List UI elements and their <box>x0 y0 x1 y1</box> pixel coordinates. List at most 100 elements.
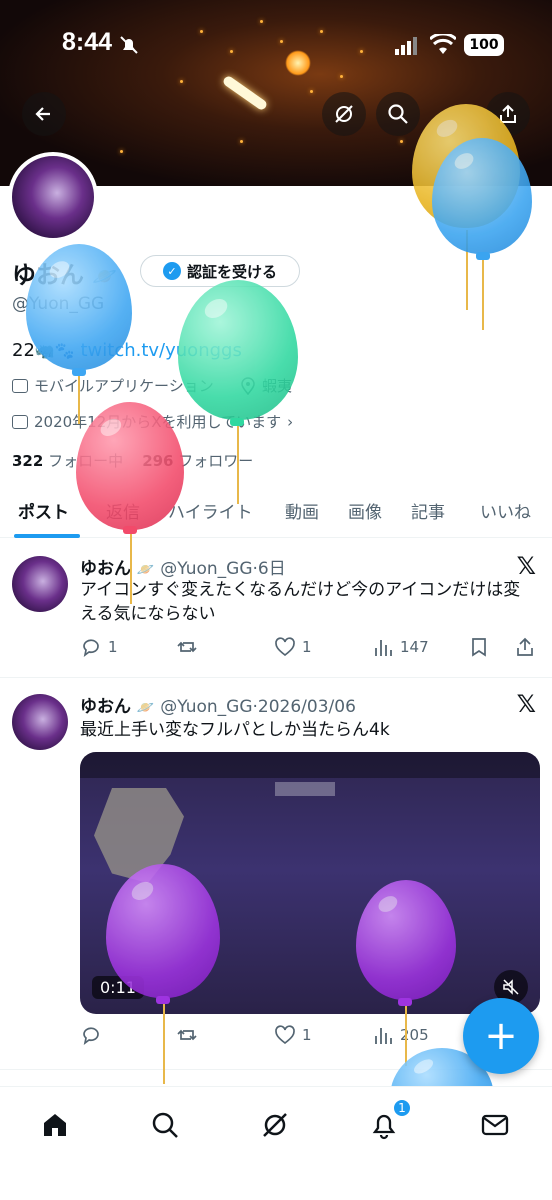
bio-text: 22 <box>12 340 35 361</box>
nav-messages[interactable] <box>475 1105 515 1145</box>
grok-icon <box>263 1113 287 1137</box>
active-tab-indicator <box>14 534 80 538</box>
like-count: 1 <box>302 638 312 656</box>
balloon-knot <box>72 368 86 376</box>
signal-icon <box>395 37 417 55</box>
post-share-button[interactable] <box>514 636 542 658</box>
reply-button[interactable]: 1 <box>80 636 118 658</box>
reply-icon <box>83 1027 99 1046</box>
post-actions: 1 1 147 <box>80 636 540 664</box>
planet-emoji-icon: 🪐 <box>136 700 155 716</box>
post-header: ゆおん 🪐 @Yuon_GG·2026/03/06 <box>80 697 356 717</box>
reply-icon <box>83 639 99 658</box>
tab-likes[interactable]: いいね <box>480 498 531 523</box>
balloon-knot <box>476 252 490 260</box>
tab-images[interactable]: 画像 <box>348 498 382 523</box>
balloon <box>76 402 184 530</box>
briefcase-icon <box>12 378 28 393</box>
nav-search[interactable] <box>145 1105 185 1145</box>
home-icon <box>44 1114 66 1136</box>
search-profile-button[interactable] <box>376 92 420 136</box>
repost-icon <box>177 641 197 653</box>
plus-icon: + <box>484 1013 518 1059</box>
post-author: ゆおん <box>80 559 131 579</box>
balloon-knot <box>156 996 170 1004</box>
post-handle: @Yuon_GG <box>160 559 253 579</box>
search-icon <box>152 1112 178 1138</box>
post-time: 6日 <box>257 559 286 579</box>
grok-icon <box>335 105 353 123</box>
heart-icon <box>275 1025 295 1045</box>
repost-button[interactable] <box>176 636 204 658</box>
like-count: 1 <box>302 1026 312 1044</box>
status-bar: 8:44 100 <box>0 0 552 90</box>
balloon-string <box>482 258 484 330</box>
followers-label: フォロワー <box>178 452 254 470</box>
search-icon <box>388 104 408 124</box>
chevron-right-icon: › <box>287 412 294 431</box>
repost-button[interactable] <box>176 1024 204 1046</box>
verify-label: 認証を受ける <box>186 262 277 281</box>
views-icon <box>375 640 392 656</box>
profile-avatar[interactable] <box>8 152 98 242</box>
post-text: アイコンすぐ変えたくなるんだけど今のアイコンだけは変える気にならない <box>80 580 521 624</box>
nav-grok[interactable] <box>255 1105 295 1145</box>
views-icon <box>375 1028 392 1044</box>
view-count: 147 <box>400 638 429 656</box>
x-logo-icon: 𝕏 <box>516 690 536 718</box>
battery-level: 100 <box>464 34 504 56</box>
like-button[interactable]: 1 <box>274 636 312 658</box>
balloon-string <box>78 374 80 424</box>
balloon <box>178 280 298 420</box>
wifi-icon <box>430 34 456 54</box>
balloon-knot <box>230 418 244 426</box>
calendar-icon <box>12 414 28 429</box>
balloon-knot <box>398 998 412 1006</box>
back-button[interactable] <box>22 92 66 136</box>
repost-icon <box>177 1029 197 1041</box>
views-button[interactable]: 147 <box>372 636 429 658</box>
planet-emoji-icon: 🪐 <box>136 562 155 578</box>
mail-icon <box>481 1114 509 1136</box>
views-button[interactable]: 205 <box>372 1024 429 1046</box>
compose-post-button[interactable]: + <box>463 998 539 1074</box>
post-text: 最近上手い変なフルパとしか当たらん4k <box>80 720 390 740</box>
tab-posts[interactable]: ポスト <box>18 498 69 523</box>
heart-icon <box>275 637 295 657</box>
balloon <box>26 244 132 370</box>
reply-count: 1 <box>108 638 118 656</box>
bookmark-icon <box>472 638 486 657</box>
status-time: 8:44 <box>62 28 113 56</box>
bottom-navigation <box>0 1086 552 1200</box>
balloon-string <box>163 1004 165 1084</box>
bookmark-button[interactable] <box>468 636 496 658</box>
silent-bell-icon <box>120 36 138 54</box>
reply-button[interactable] <box>80 1024 108 1046</box>
muted-speaker-icon <box>503 979 519 995</box>
tab-highlights[interactable]: ハイライト <box>168 498 253 523</box>
post-handle: @Yuon_GG <box>160 697 253 717</box>
grok-button[interactable] <box>322 92 366 136</box>
x-logo-icon: 𝕏 <box>516 552 536 580</box>
balloon-string <box>237 426 239 504</box>
post-header: ゆおん 🪐 @Yuon_GG·6日 <box>80 559 286 579</box>
balloon <box>432 138 532 254</box>
tab-videos[interactable]: 動画 <box>285 498 319 523</box>
post-author: ゆおん <box>80 697 131 717</box>
verified-check-icon: ✓ <box>162 262 181 280</box>
like-button[interactable]: 1 <box>274 1024 312 1046</box>
nav-home[interactable] <box>35 1105 75 1145</box>
balloon-string <box>405 1006 407 1066</box>
balloon <box>106 864 220 998</box>
tab-articles[interactable]: 記事 <box>411 498 445 523</box>
post-item[interactable]: ゆおん 🪐 @Yuon_GG·6日 𝕏 アイコンすぐ変えたくなるんだけど今のアイ… <box>0 540 552 678</box>
share-icon <box>517 637 533 656</box>
post-avatar[interactable] <box>12 694 68 750</box>
post-time: 2026/03/06 <box>257 697 356 717</box>
balloon-knot <box>123 526 137 534</box>
balloon <box>356 880 456 1000</box>
back-arrow-icon <box>35 107 50 121</box>
post-avatar[interactable] <box>12 556 68 612</box>
balloon-string <box>130 534 132 604</box>
notification-badge: 1 <box>392 1098 412 1118</box>
